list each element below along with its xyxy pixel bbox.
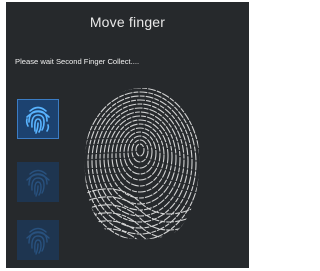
fingerprint-icon [25, 106, 50, 134]
finger-slot-2 [17, 162, 59, 202]
status-message: Please wait Second Finger Collect.... [15, 57, 140, 66]
fingerprint-enroll-dialog: Move finger Please wait Second Finger Co… [6, 2, 249, 268]
finger-slot-3 [17, 220, 59, 260]
fingerprint-icon [26, 169, 50, 197]
finger-slot-1 [17, 99, 59, 139]
dialog-title: Move finger [89, 14, 166, 30]
fingerprint-scan-image [84, 88, 200, 240]
fingerprint-icon [26, 227, 50, 255]
